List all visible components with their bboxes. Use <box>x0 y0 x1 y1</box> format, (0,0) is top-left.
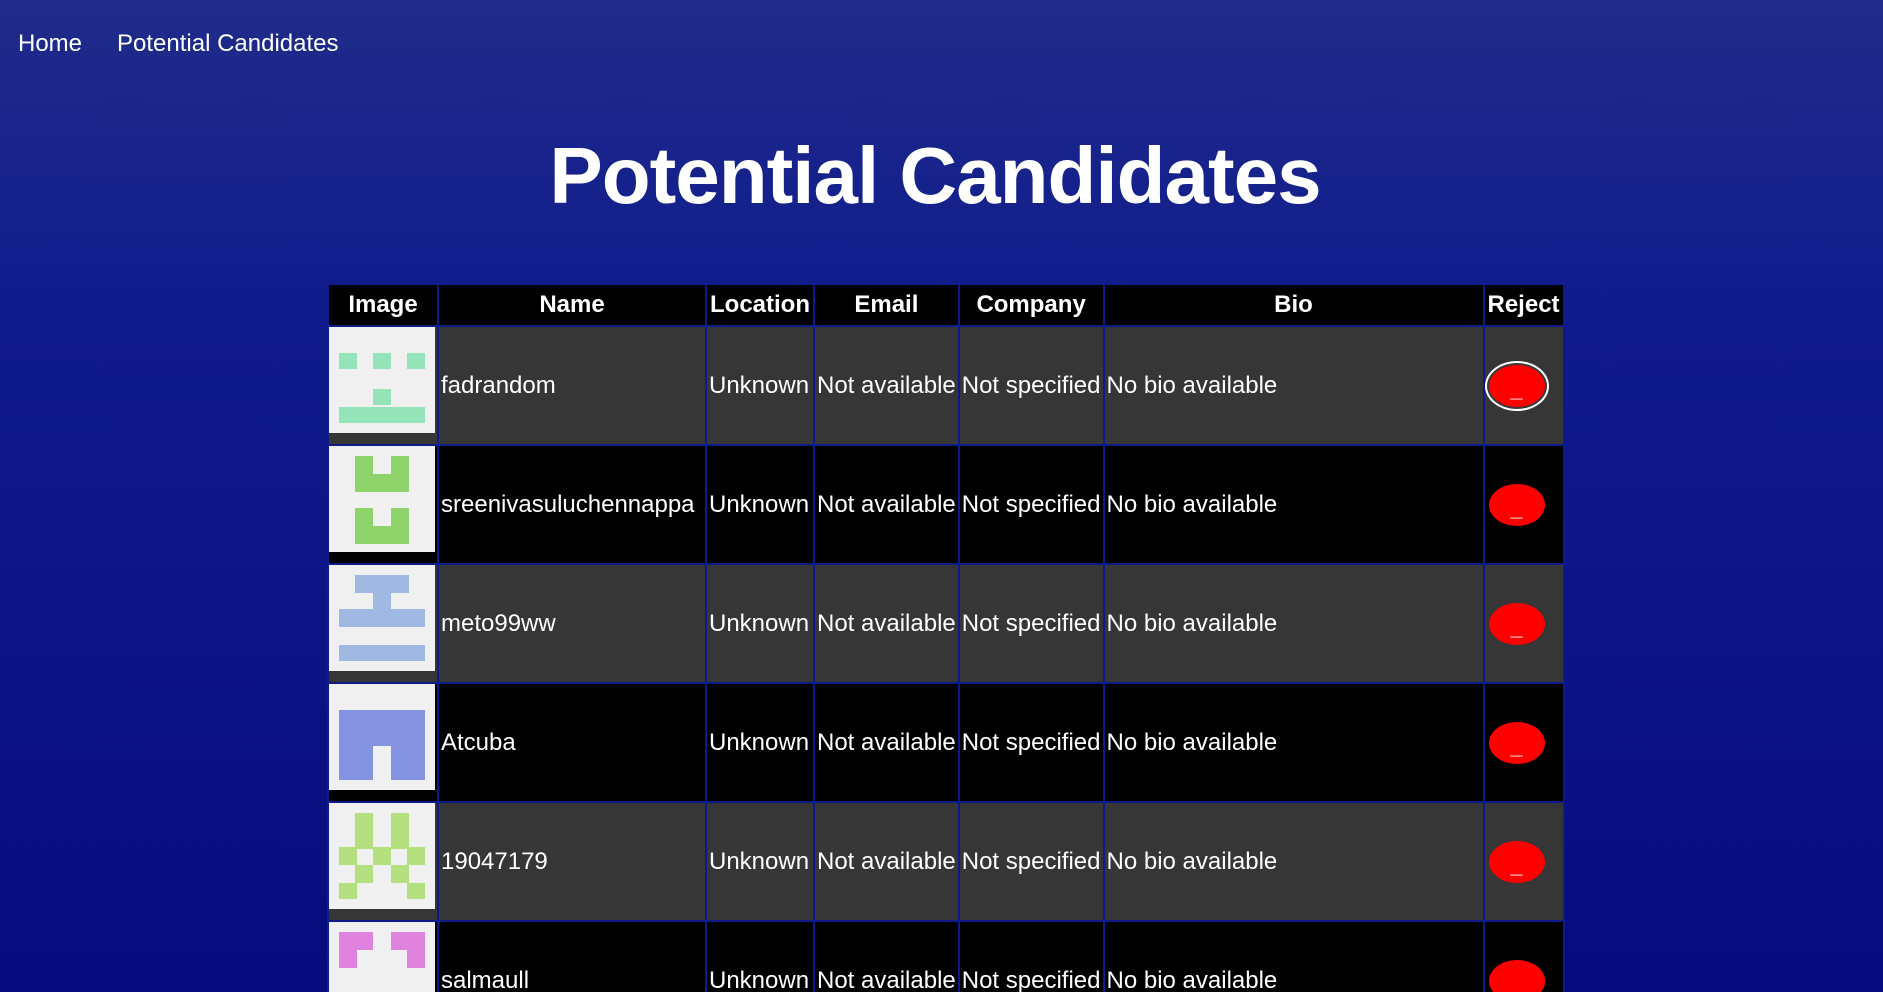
candidate-email: Not available <box>813 920 960 992</box>
candidate-bio: No bio available <box>1102 801 1485 922</box>
nav-candidates-link[interactable]: Potential Candidates <box>117 30 338 58</box>
candidate-email: Not available <box>813 563 960 684</box>
table-row: salmaull Unknown Not available Not speci… <box>327 920 1565 992</box>
header-name: Name <box>437 285 707 327</box>
candidate-name: Atcuba <box>437 682 707 803</box>
reject-cell: _ <box>1482 563 1565 684</box>
candidate-bio: No bio available <box>1102 444 1485 565</box>
candidate-name: 19047179 <box>437 801 707 922</box>
reject-cell: _ <box>1482 682 1565 803</box>
table-row: meto99ww Unknown Not available Not speci… <box>327 563 1565 684</box>
candidate-location: Unknown <box>705 563 815 684</box>
reject-cell: _ <box>1482 920 1565 992</box>
candidate-email: Not available <box>813 682 960 803</box>
candidate-name: salmaull <box>437 920 707 992</box>
candidate-location: Unknown <box>705 801 815 922</box>
candidate-location: Unknown <box>705 920 815 992</box>
candidate-bio: No bio available <box>1102 325 1485 446</box>
candidates-table: Image Name Location Email Company Bio Re… <box>327 285 1565 992</box>
candidate-location: Unknown <box>705 325 815 446</box>
avatar <box>329 327 435 433</box>
avatar <box>329 684 435 790</box>
candidate-name: sreenivasuluchennappa <box>437 444 707 565</box>
reject-button[interactable]: _ <box>1488 721 1545 764</box>
top-nav: Home Potential Candidates <box>18 30 339 58</box>
table-row: fadrandom Unknown Not available Not spec… <box>327 325 1565 446</box>
reject-button[interactable]: _ <box>1488 840 1545 883</box>
page-title: Potential Candidates <box>549 131 1321 220</box>
table-row: Atcuba Unknown Not available Not specifi… <box>327 682 1565 803</box>
candidate-company: Not specified <box>957 563 1105 684</box>
reject-button[interactable]: _ <box>1488 483 1545 526</box>
candidate-email: Not available <box>813 801 960 922</box>
reject-cell: _ <box>1482 325 1565 446</box>
candidate-location: Unknown <box>705 682 815 803</box>
header-image: Image <box>327 285 439 327</box>
candidate-company: Not specified <box>957 801 1105 922</box>
reject-button[interactable]: _ <box>1488 602 1545 645</box>
header-company: Company <box>957 285 1105 327</box>
avatar <box>329 803 435 909</box>
candidate-name: meto99ww <box>437 563 707 684</box>
table-row: sreenivasuluchennappa Unknown Not availa… <box>327 444 1565 565</box>
reject-button[interactable]: _ <box>1488 364 1545 407</box>
candidate-company: Not specified <box>957 444 1105 565</box>
image-cell <box>327 325 439 446</box>
header-bio: Bio <box>1102 285 1485 327</box>
candidate-company: Not specified <box>957 920 1105 992</box>
candidate-name: fadrandom <box>437 325 707 446</box>
reject-cell: _ <box>1482 444 1565 565</box>
candidate-company: Not specified <box>957 682 1105 803</box>
image-cell <box>327 682 439 803</box>
header-email: Email <box>813 285 960 327</box>
image-cell <box>327 563 439 684</box>
candidate-bio: No bio available <box>1102 682 1485 803</box>
reject-button[interactable]: _ <box>1488 959 1545 992</box>
table-row: 19047179 Unknown Not available Not speci… <box>327 801 1565 922</box>
table-header-row: Image Name Location Email Company Bio Re… <box>327 285 1565 327</box>
avatar <box>329 565 435 671</box>
image-cell <box>327 920 439 992</box>
nav-home-link[interactable]: Home <box>18 30 82 58</box>
image-cell <box>327 801 439 922</box>
candidate-company: Not specified <box>957 325 1105 446</box>
avatar <box>329 922 435 992</box>
header-location: Location <box>705 285 815 327</box>
header-reject: Reject <box>1482 285 1565 327</box>
candidate-email: Not available <box>813 325 960 446</box>
avatar <box>329 446 435 552</box>
candidate-email: Not available <box>813 444 960 565</box>
candidate-bio: No bio available <box>1102 563 1485 684</box>
image-cell <box>327 444 439 565</box>
candidate-location: Unknown <box>705 444 815 565</box>
reject-cell: _ <box>1482 801 1565 922</box>
candidate-bio: No bio available <box>1102 920 1485 992</box>
